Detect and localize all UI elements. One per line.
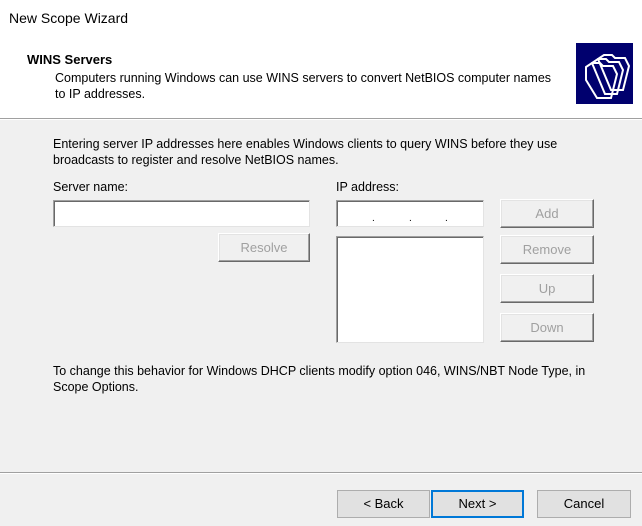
- intro-text: Entering server IP addresses here enable…: [53, 136, 613, 168]
- resolve-button[interactable]: Resolve: [218, 233, 310, 262]
- add-button[interactable]: Add: [500, 199, 594, 228]
- cancel-button[interactable]: Cancel: [537, 490, 631, 518]
- wizard-header: New Scope Wizard WINS Servers Computers …: [0, 0, 642, 118]
- down-button[interactable]: Down: [500, 313, 594, 342]
- back-button[interactable]: < Back: [337, 490, 430, 518]
- ip-octet-separator: .: [372, 213, 375, 224]
- folders-icon: [576, 43, 633, 104]
- ip-address-input[interactable]: . . .: [336, 200, 484, 227]
- remove-button[interactable]: Remove: [500, 235, 594, 264]
- up-button[interactable]: Up: [500, 274, 594, 303]
- ip-address-list[interactable]: [336, 236, 484, 343]
- next-button[interactable]: Next >: [431, 490, 524, 518]
- ip-address-label: IP address:: [336, 180, 399, 194]
- ip-octet-separator: .: [409, 213, 412, 224]
- server-name-input[interactable]: [53, 200, 310, 227]
- server-name-label: Server name:: [53, 180, 128, 194]
- window-title: New Scope Wizard: [9, 10, 128, 26]
- page-title: WINS Servers: [27, 52, 112, 67]
- ip-octet-separator: .: [445, 213, 448, 224]
- note-text: To change this behavior for Windows DHCP…: [53, 363, 613, 395]
- page-subtitle: Computers running Windows can use WINS s…: [55, 70, 555, 102]
